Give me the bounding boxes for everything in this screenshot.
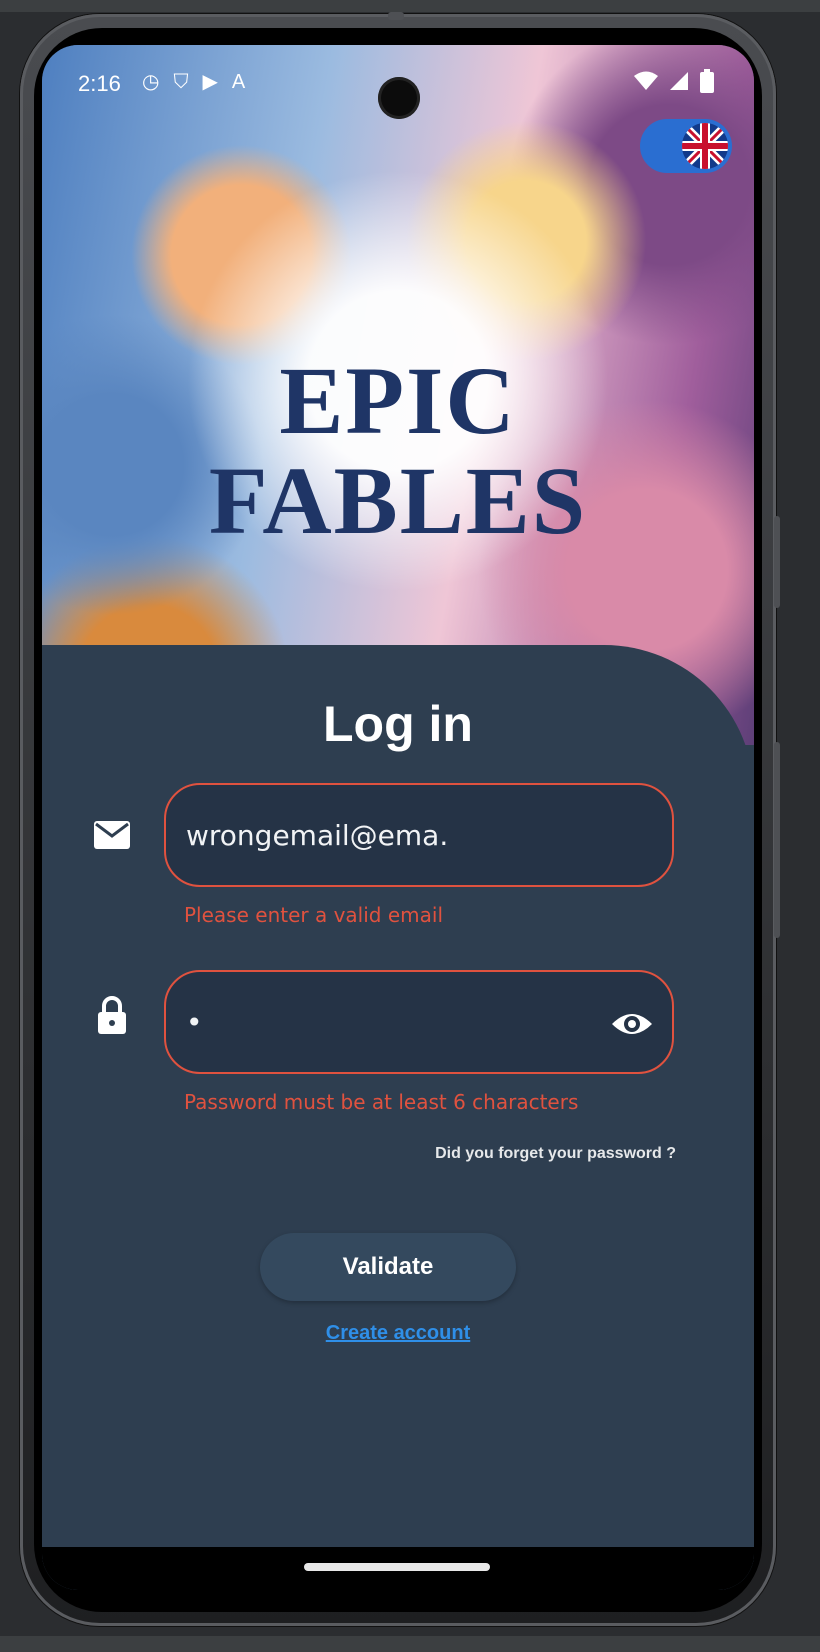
status-time: 2:16 xyxy=(78,71,121,96)
power-button xyxy=(774,516,780,608)
notification-icons: ◷⛉▶A xyxy=(142,69,259,94)
mail-icon xyxy=(94,821,130,849)
eye-icon[interactable] xyxy=(610,1002,654,1046)
home-indicator[interactable] xyxy=(304,1563,490,1571)
battery-icon xyxy=(700,69,714,93)
status-bar: 2:16 ◷⛉▶A xyxy=(42,63,754,119)
wifi-icon xyxy=(634,71,658,90)
hero-title-line1: EPIC xyxy=(279,347,517,454)
front-camera xyxy=(378,77,420,119)
password-field[interactable]: • xyxy=(164,970,674,1074)
forgot-password-link[interactable]: Did you forget your password ? xyxy=(435,1145,676,1163)
uk-flag-icon xyxy=(682,123,728,169)
email-value: wrongemail@ema. xyxy=(186,819,449,852)
email-field[interactable]: wrongemail@ema. xyxy=(164,783,674,887)
signal-icon xyxy=(670,72,688,90)
device-screen: EPIC FABLES 2:16 ◷⛉▶A Log in wrongemail@… xyxy=(42,45,754,1590)
page-title: Log in xyxy=(323,696,473,752)
hero-title-line2: FABLES xyxy=(208,447,588,554)
email-error: Please enter a valid email xyxy=(184,903,443,927)
volume-button xyxy=(774,742,780,938)
lock-icon xyxy=(98,996,126,1034)
validate-button[interactable]: Validate xyxy=(260,1233,516,1301)
login-panel: Log in wrongemail@ema. Please enter a va… xyxy=(42,645,754,1590)
alarm-icon: ◷ xyxy=(142,71,174,93)
password-error: Password must be at least 6 characters xyxy=(184,1090,579,1114)
shield-icon: ⛉ xyxy=(173,71,203,93)
window-frame-top xyxy=(0,0,820,12)
window-frame-bottom xyxy=(0,1636,820,1652)
top-sensor xyxy=(388,12,404,20)
language-toggle[interactable] xyxy=(640,119,732,173)
status-icons-right xyxy=(634,69,714,93)
create-account-link[interactable]: Create account xyxy=(42,1322,754,1345)
play-icon: ▶ xyxy=(202,71,232,93)
navigation-bar xyxy=(42,1547,754,1590)
translate-icon: A xyxy=(231,71,260,93)
password-value: • xyxy=(186,1006,203,1039)
